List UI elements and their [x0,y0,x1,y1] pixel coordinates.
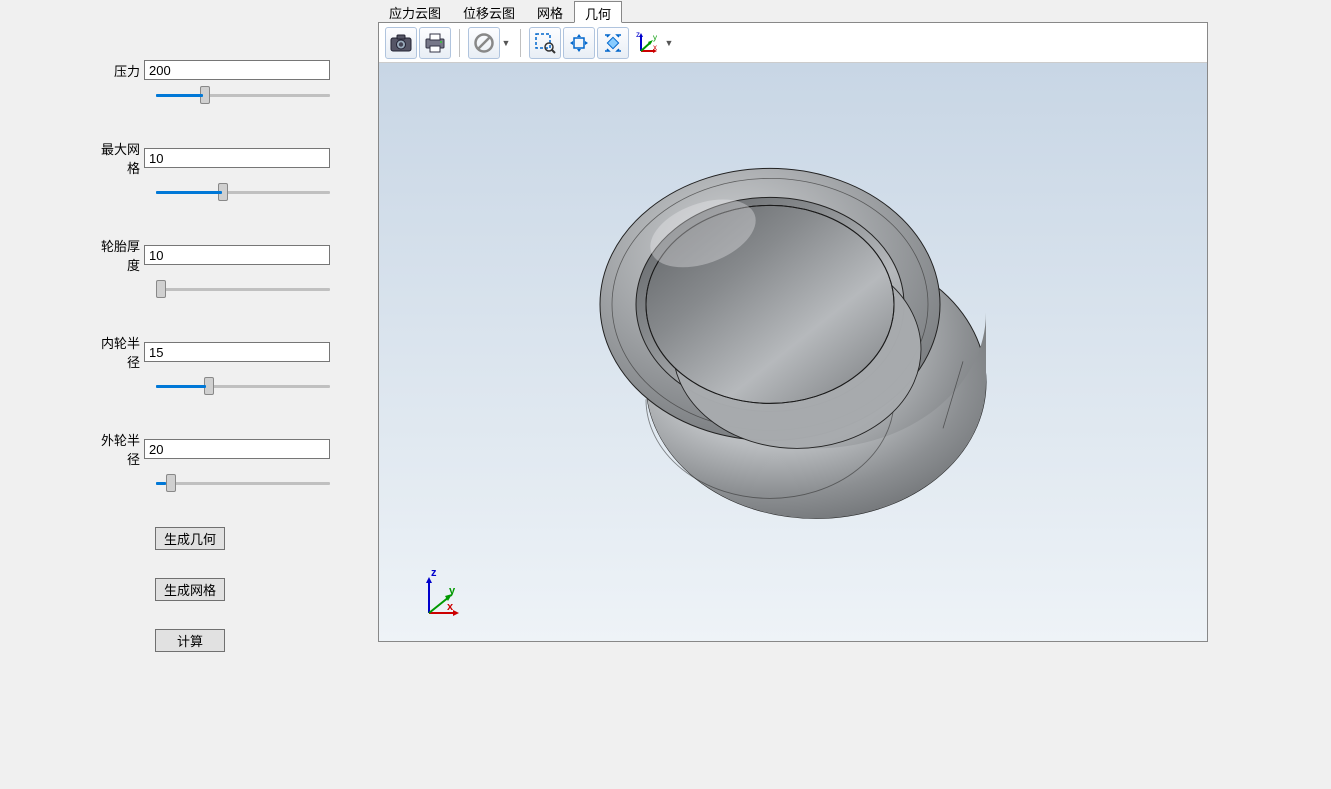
pan-button[interactable] [563,27,595,59]
innerradius-input[interactable] [144,342,330,362]
thickness-input[interactable] [144,245,330,265]
outerradius-slider-container [156,474,330,495]
param-label-innerradius: 内轮半径 [100,333,144,371]
viewer-toolbar: ▼ z y x ▼ [379,23,1207,63]
fit-button[interactable] [597,27,629,59]
axis-dropdown[interactable]: ▼ [663,27,675,59]
param-row-innerradius: 内轮半径 [100,333,330,371]
axis-orientation-button[interactable]: z y x [631,27,663,59]
outerradius-input[interactable] [144,439,330,459]
thickness-slider[interactable] [156,280,330,298]
tab-geometry[interactable]: 几何 [574,1,622,23]
pressure-slider-container [156,86,330,107]
noentry-icon [474,33,494,53]
action-buttons: 生成几何 生成网格 计算 [100,527,330,652]
geometry-canvas[interactable]: z y x [379,63,1207,641]
param-label-outerradius: 外轮半径 [100,430,144,468]
maxmesh-slider-container [156,183,330,204]
camera-icon [390,34,412,52]
calculate-button[interactable]: 计算 [155,629,225,652]
maxmesh-slider[interactable] [156,183,330,201]
axis-label-y: y [449,585,455,597]
noentry-button[interactable] [468,27,500,59]
svg-text:z: z [636,31,640,39]
axis-label-x: x [447,601,453,613]
param-label-maxmesh: 最大网格 [100,139,144,177]
camera-button[interactable] [385,27,417,59]
parameter-sidebar: 压力 最大网格 轮胎厚度 内轮半径 外轮半径 生成几何 生成网格 [10,10,370,778]
svg-text:y: y [653,33,657,42]
zoom-select-icon [534,32,556,54]
thickness-slider-container [156,280,330,301]
pressure-slider[interactable] [156,86,330,104]
viewer-area: 应力云图 位移云图 网格 几何 ▼ [378,0,1208,645]
viewer-tabs: 应力云图 位移云图 网格 几何 [378,0,1208,22]
toolbar-separator [459,29,460,57]
axis-label-z: z [431,567,437,579]
maxmesh-input[interactable] [144,148,330,168]
pressure-input[interactable] [144,60,330,80]
param-row-maxmesh: 最大网格 [100,139,330,177]
innerradius-slider[interactable] [156,377,330,395]
param-label-thickness: 轮胎厚度 [100,236,144,274]
print-icon [424,33,446,53]
tab-stress-cloud[interactable]: 应力云图 [378,0,452,22]
axis-indicator: z y x [419,571,469,621]
fit-icon [602,32,624,54]
generate-mesh-button[interactable]: 生成网格 [155,578,225,601]
viewer-frame: ▼ z y x ▼ [378,22,1208,642]
zoom-select-button[interactable] [529,27,561,59]
param-label-pressure: 压力 [100,61,144,80]
ring-geometry [578,128,1008,558]
outerradius-slider[interactable] [156,474,330,492]
param-row-thickness: 轮胎厚度 [100,236,330,274]
axis-orientation-icon: z y x [635,31,659,55]
noentry-dropdown[interactable]: ▼ [500,27,512,59]
param-row-pressure: 压力 [100,60,330,80]
print-button[interactable] [419,27,451,59]
axis-indicator-svg [419,571,469,621]
pan-icon [568,32,590,54]
svg-text:x: x [653,43,657,52]
innerradius-slider-container [156,377,330,398]
generate-geometry-button[interactable]: 生成几何 [155,527,225,550]
param-row-outerradius: 外轮半径 [100,430,330,468]
toolbar-separator [520,29,521,57]
tab-displacement-cloud[interactable]: 位移云图 [452,0,526,22]
tab-mesh[interactable]: 网格 [526,0,574,22]
